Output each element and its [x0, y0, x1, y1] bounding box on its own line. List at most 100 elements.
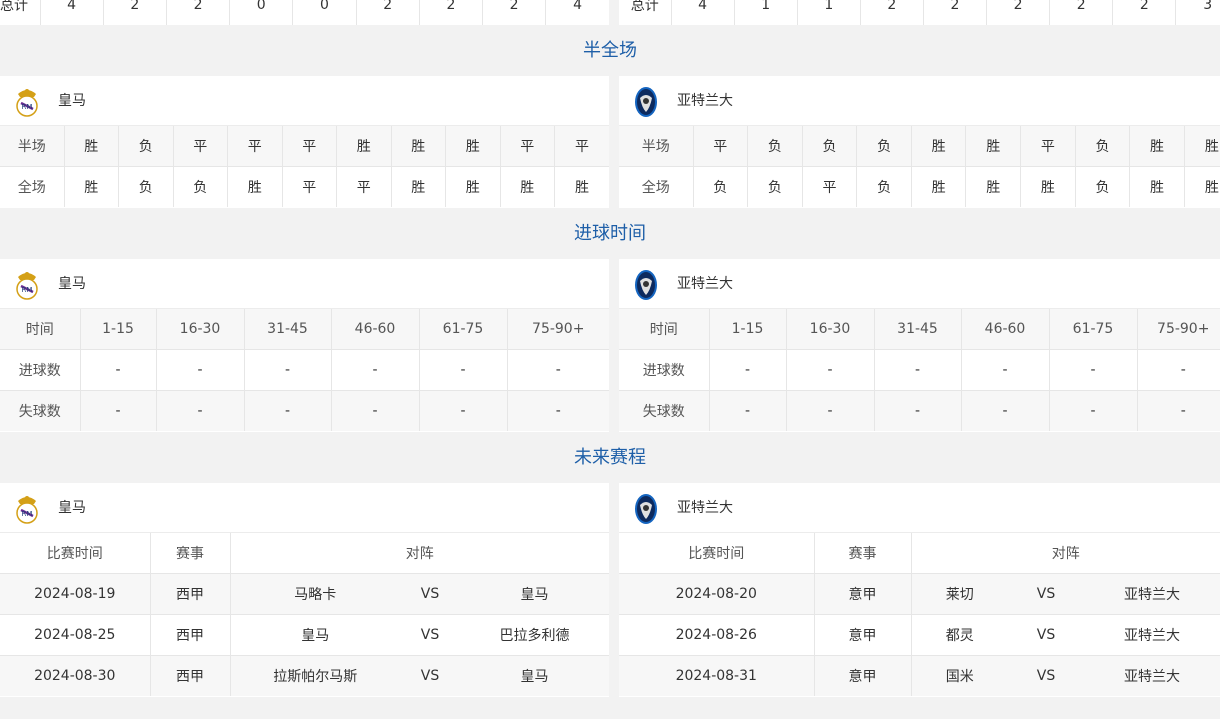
column-header: 16-30: [786, 309, 875, 350]
totals-value: 4: [671, 0, 735, 25]
result-cell: 负: [1075, 166, 1131, 207]
value-cell: -: [709, 349, 787, 391]
fixture-team2: 皇马: [460, 655, 609, 696]
team-name: 亚特兰大: [677, 276, 733, 292]
totals-value: 2: [482, 0, 547, 25]
result-cell: 平: [693, 126, 749, 167]
fixtures-header-row: 比赛时间 赛事 对阵: [0, 533, 609, 574]
result-cell: 胜: [391, 166, 446, 207]
goaltime-header-row: 时间 1-15 16-30 31-45 46-60 61-75 75-90+: [619, 309, 1220, 350]
fixture-team2: 亚特兰大: [1084, 655, 1220, 696]
fixture-league: 西甲: [150, 573, 231, 615]
value-cell: -: [419, 390, 508, 431]
result-cell: 平: [282, 126, 337, 167]
row-label: 半场: [619, 126, 694, 167]
result-cell: 负: [802, 126, 858, 167]
row-label: 失球数: [0, 390, 81, 431]
fixture-row: 2024-08-30 西甲 拉斯帕尔马斯 VS 皇马: [0, 655, 609, 696]
column-header-match: 对阵: [911, 533, 1220, 574]
goals-conceded-row: 失球数 - - - - - -: [0, 390, 609, 431]
result-cell: 负: [173, 166, 228, 207]
value-cell: -: [786, 390, 875, 431]
fixture-vs: VS: [400, 614, 460, 656]
goals-scored-row: 进球数 - - - - - -: [0, 349, 609, 391]
result-cell: 负: [693, 166, 749, 207]
real-madrid-crest-icon: RM: [16, 496, 38, 524]
result-cell: 平: [173, 126, 228, 167]
result-cell: 胜: [1129, 166, 1185, 207]
team-name: 皇马: [58, 93, 86, 109]
totals-value: 2: [986, 0, 1051, 25]
fixture-row: 2024-08-19 西甲 马略卡 VS 皇马: [0, 573, 609, 615]
fixture-team2: 巴拉多利德: [460, 614, 609, 656]
goals-scored-row: 进球数 - - - - - -: [619, 349, 1220, 391]
column-header: 1-15: [709, 309, 787, 350]
column-header: 61-75: [419, 309, 508, 350]
svg-text:RM: RM: [22, 286, 33, 294]
row-label: 失球数: [619, 390, 710, 431]
column-header: 75-90+: [507, 309, 609, 350]
section-title-halffull: 半全场: [0, 26, 1220, 76]
team-name: 皇马: [58, 500, 86, 516]
row-label: 全场: [619, 166, 694, 207]
result-cell: 负: [118, 166, 174, 207]
fixture-vs: VS: [1008, 655, 1084, 696]
home-totals-table: 总计 4 2 2 0 0 2 2 2 4: [0, 0, 609, 25]
result-cell: 胜: [1184, 126, 1220, 167]
fixture-team1: 皇马: [230, 614, 400, 656]
result-cell: 胜: [1020, 166, 1076, 207]
row-label: 进球数: [619, 349, 710, 391]
team-name: 皇马: [58, 276, 86, 292]
team-header: 亚特兰大: [619, 483, 1220, 533]
team-header: 亚特兰大: [619, 76, 1220, 126]
fixture-league: 西甲: [150, 655, 231, 696]
result-cell: 平: [500, 126, 555, 167]
svg-text:RM: RM: [22, 103, 33, 111]
team-name: 亚特兰大: [677, 93, 733, 109]
fixture-team2: 皇马: [460, 573, 609, 615]
value-cell: -: [786, 349, 875, 391]
totals-row: 总计 4 2 2 0 0 2 2 2 4: [0, 0, 609, 25]
fixture-league: 意甲: [814, 614, 912, 656]
fixture-row: 2024-08-25 西甲 皇马 VS 巴拉多利德: [0, 614, 609, 656]
result-cell: 胜: [64, 166, 119, 207]
column-header-league: 赛事: [814, 533, 912, 574]
result-cell: 胜: [911, 126, 967, 167]
result-cell: 胜: [965, 166, 1022, 207]
result-cell: 平: [282, 166, 337, 207]
value-cell: -: [244, 390, 332, 431]
fixture-team1: 国米: [911, 655, 1008, 696]
home-halffull-panel: RM 皇马 半场 胜 负 平 平 平 胜 胜 胜 平 平 全场 胜 负 负 胜 …: [0, 76, 609, 208]
column-header: 时间: [0, 309, 81, 350]
halffull-table: 半场 平 负 负 负 胜 胜 平 负 胜 胜 全场 负 负 平 负 胜 胜 胜 …: [619, 126, 1220, 207]
result-cell: 胜: [227, 166, 283, 207]
fixture-vs: VS: [400, 573, 460, 615]
result-cell: 平: [802, 166, 858, 207]
result-cell: 负: [856, 166, 912, 207]
result-cell: 平: [227, 126, 283, 167]
totals-value: 2: [923, 0, 988, 25]
result-cell: 负: [747, 166, 803, 207]
column-header: 31-45: [874, 309, 962, 350]
fixture-team1: 都灵: [911, 614, 1008, 656]
totals-label: 总计: [0, 0, 41, 25]
team-header: RM 皇马: [0, 76, 609, 126]
fixture-date: 2024-08-26: [619, 614, 815, 656]
column-header-time: 比赛时间: [619, 533, 815, 574]
away-future-panel: 亚特兰大 比赛时间 赛事 对阵 2024-08-20 意甲 莱切 VS 亚特兰大…: [619, 483, 1220, 697]
full-row: 全场 负 负 平 负 胜 胜 胜 负 胜 胜: [619, 166, 1220, 207]
value-cell: -: [80, 390, 157, 431]
column-header-league: 赛事: [150, 533, 231, 574]
result-cell: 负: [1075, 126, 1131, 167]
column-header: 31-45: [244, 309, 332, 350]
team-header: RM 皇马: [0, 483, 609, 533]
team-header: RM 皇马: [0, 259, 609, 309]
fixture-league: 西甲: [150, 614, 231, 656]
fixture-league: 意甲: [814, 573, 912, 615]
result-cell: 胜: [575, 180, 589, 196]
value-cell: -: [1137, 390, 1220, 431]
fixture-team2: 亚特兰大: [1084, 614, 1220, 656]
halffull-table: 半场 胜 负 平 平 平 胜 胜 胜 平 平 全场 胜 负 负 胜 平 平 胜 …: [0, 126, 609, 207]
result-cell: 胜: [1204, 180, 1219, 196]
column-header: 75-90+: [1137, 309, 1220, 350]
